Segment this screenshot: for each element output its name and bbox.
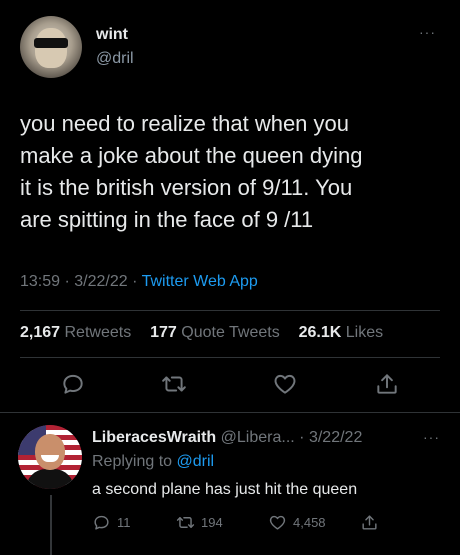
reply-handle[interactable]: @Libera... bbox=[221, 429, 295, 446]
retweet-count: 194 bbox=[201, 514, 223, 530]
meta-separator: · bbox=[132, 273, 142, 290]
more-options-icon[interactable]: ··· bbox=[423, 429, 440, 445]
share-icon bbox=[362, 514, 377, 530]
tweet-text-line: it is the british version of 9/11. You bbox=[20, 175, 353, 200]
reply-share-button[interactable] bbox=[360, 511, 379, 533]
likes-count: 26.1K bbox=[298, 324, 342, 341]
retweets-count: 2,167 bbox=[20, 324, 61, 341]
tweet-text-line: make a joke about the queen dying bbox=[20, 143, 363, 168]
like-count: 4,458 bbox=[293, 514, 326, 530]
more-options-icon[interactable]: ··· bbox=[419, 24, 436, 40]
tweet-text-line: you need to realize that when you bbox=[20, 111, 350, 136]
tweet-stats: 2,167 Retweets 177 Quote Tweets 26.1K Li… bbox=[20, 324, 383, 342]
replying-to-handle[interactable]: @dril bbox=[177, 453, 215, 470]
meta-separator: · bbox=[64, 273, 75, 290]
tweet-actions bbox=[0, 366, 460, 402]
avatar-face bbox=[35, 434, 65, 470]
reply-actions: 11 194 4,458 bbox=[92, 511, 432, 533]
retweet-icon[interactable] bbox=[161, 371, 187, 397]
reply-tweet[interactable]: LiberacesWraith @Libera... · 3/22/22 ···… bbox=[0, 413, 460, 555]
tweet-time[interactable]: 13:59 bbox=[20, 273, 60, 290]
reply-icon bbox=[94, 515, 109, 530]
quotes-label: Quote Tweets bbox=[181, 324, 280, 341]
replying-prefix: Replying to bbox=[92, 453, 173, 470]
divider bbox=[20, 310, 440, 311]
thread-line bbox=[50, 495, 52, 555]
retweets-label: Retweets bbox=[64, 324, 132, 341]
tweet-date[interactable]: 3/22/22 bbox=[74, 273, 127, 290]
reply-avatar[interactable] bbox=[18, 425, 82, 489]
like-icon[interactable] bbox=[272, 371, 298, 397]
tweet-text-line: are spitting in the face of 9 /11 bbox=[20, 207, 314, 232]
tweet-meta: 13:59 · 3/22/22 · Twitter Web App bbox=[20, 273, 258, 291]
replying-to: Replying to @dril bbox=[92, 453, 214, 471]
quotes-stat[interactable]: 177 Quote Tweets bbox=[150, 324, 280, 341]
reply-date[interactable]: 3/22/22 bbox=[309, 429, 362, 446]
retweet-icon bbox=[176, 516, 195, 528]
reply-reply-button[interactable]: 11 bbox=[92, 511, 131, 533]
reply-count: 11 bbox=[117, 514, 131, 530]
tweet-header: wint @dril ··· bbox=[20, 16, 440, 80]
likes-stat[interactable]: 26.1K Likes bbox=[299, 324, 384, 341]
meta-separator: · bbox=[299, 429, 305, 446]
retweets-stat[interactable]: 2,167 Retweets bbox=[20, 324, 131, 341]
reply-retweet-button[interactable]: 194 bbox=[176, 511, 223, 533]
reply-text: a second plane has just hit the queen bbox=[92, 481, 358, 498]
quotes-count: 177 bbox=[150, 324, 177, 341]
share-icon[interactable] bbox=[374, 371, 400, 397]
avatar-glasses bbox=[34, 38, 68, 48]
tweet-source[interactable]: Twitter Web App bbox=[142, 273, 258, 290]
divider bbox=[20, 357, 440, 358]
display-name[interactable]: wint bbox=[96, 26, 128, 44]
user-handle[interactable]: @dril bbox=[96, 50, 134, 68]
reply-icon[interactable] bbox=[60, 371, 86, 397]
reply-like-button[interactable]: 4,458 bbox=[268, 511, 326, 533]
like-icon bbox=[269, 515, 286, 530]
avatar[interactable] bbox=[20, 16, 82, 78]
avatar-face bbox=[35, 28, 67, 68]
tweet-text: you need to realize that when you make a… bbox=[20, 108, 440, 236]
reply-display-name[interactable]: LiberacesWraith bbox=[92, 429, 216, 446]
likes-label: Likes bbox=[345, 324, 384, 341]
reply-header: LiberacesWraith @Libera... · 3/22/22 bbox=[92, 429, 362, 447]
